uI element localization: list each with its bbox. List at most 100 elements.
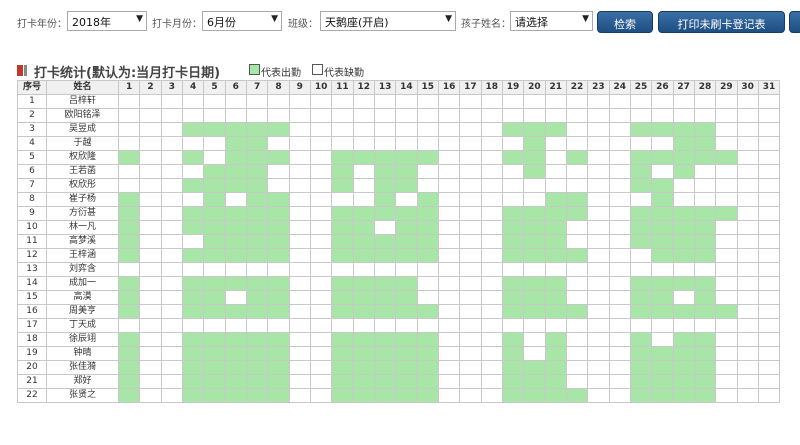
attendance-cell-absent — [565, 122, 589, 137]
attendance-cell-absent — [437, 332, 461, 347]
attendance-cell-absent — [480, 304, 503, 319]
attendance-cell-absent — [203, 94, 226, 109]
attendance-cell-present — [245, 220, 269, 235]
print-unswiped-button[interactable]: 打印未刷卡登记表 — [658, 11, 785, 33]
attendance-cell-present — [224, 304, 247, 319]
attendance-cell-present — [224, 388, 247, 403]
column-header-day: 17 — [459, 80, 482, 95]
child-select[interactable]: 请选择 ▼ — [510, 11, 593, 31]
attendance-cell-present — [693, 304, 717, 319]
attendance-cell-present — [224, 136, 247, 151]
attendance-cell-absent — [395, 262, 418, 277]
attendance-cell-absent — [736, 374, 759, 389]
attendance-cell-present — [245, 192, 269, 207]
attendance-cell-absent — [651, 136, 674, 151]
row-index: 1 — [17, 94, 47, 109]
attendance-cell-absent — [672, 192, 695, 207]
attendance-cell-present — [395, 234, 418, 249]
attendance-cell-present — [395, 290, 418, 305]
attendance-cell-absent — [288, 276, 311, 291]
attendance-cell-present — [373, 290, 397, 305]
attendance-cell-present — [523, 206, 546, 221]
attendance-cell-present — [544, 234, 567, 249]
attendance-cell-present — [523, 304, 546, 319]
attendance-cell-absent — [565, 220, 589, 235]
attendance-cell-present — [203, 332, 226, 347]
attendance-cell-present — [331, 332, 354, 347]
attendance-cell-present — [267, 332, 290, 347]
attendance-cell-absent — [757, 248, 781, 263]
attendance-cell-absent — [181, 164, 205, 179]
attendance-cell-absent — [160, 164, 183, 179]
attendance-cell-absent — [139, 318, 162, 333]
table-row: 4 于越 — [17, 136, 781, 151]
attendance-cell-present — [331, 374, 354, 389]
attendance-cell-absent — [715, 388, 738, 403]
attendance-cell-present — [395, 360, 418, 375]
attendance-cell-absent — [288, 94, 311, 109]
attendance-cell-absent — [309, 374, 333, 389]
attendance-cell-absent — [523, 346, 546, 361]
next-button-partial[interactable] — [789, 11, 800, 33]
attendance-cell-absent — [480, 332, 503, 347]
attendance-cell-absent — [139, 150, 162, 165]
class-select[interactable]: 天鹅座(开启) ▼ — [320, 11, 456, 31]
table-row: 17 丁天成 — [17, 318, 781, 333]
attendance-cell-present — [331, 304, 354, 319]
chevron-down-icon: ▼ — [445, 14, 452, 24]
attendance-cell-present — [544, 304, 567, 319]
attendance-cell-absent — [608, 290, 631, 305]
column-header-day: 18 — [480, 80, 503, 95]
attendance-cell-present — [267, 234, 290, 249]
column-header-day: 13 — [373, 80, 397, 95]
attendance-cell-present — [181, 290, 205, 305]
attendance-cell-absent — [139, 108, 162, 123]
legend-present-label: 代表出勤 — [261, 68, 301, 79]
attendance-cell-absent — [416, 94, 439, 109]
child-select-value: 请选择 — [515, 16, 548, 29]
attendance-cell-absent — [352, 94, 375, 109]
student-name: 钟晴 — [46, 346, 119, 361]
attendance-cell-absent — [693, 164, 717, 179]
attendance-cell-absent — [629, 108, 653, 123]
attendance-cell-absent — [544, 318, 567, 333]
attendance-cell-absent — [736, 178, 759, 193]
attendance-cell-absent — [459, 262, 482, 277]
table-row: 9 方衍甚 — [17, 206, 781, 221]
attendance-cell-absent — [139, 248, 162, 263]
student-name: 张贤之 — [46, 388, 119, 403]
attendance-cell-absent — [459, 234, 482, 249]
attendance-cell-absent — [139, 192, 162, 207]
row-index: 4 — [17, 136, 47, 151]
attendance-cell-absent — [715, 332, 738, 347]
attendance-cell-present — [672, 164, 695, 179]
attendance-cell-present — [224, 206, 247, 221]
attendance-cell-present — [544, 248, 567, 263]
attendance-cell-present — [224, 374, 247, 389]
attendance-cell-absent — [693, 318, 717, 333]
attendance-cell-present — [501, 206, 525, 221]
attendance-cell-absent — [715, 220, 738, 235]
attendance-cell-absent — [736, 192, 759, 207]
attendance-cell-present — [203, 304, 226, 319]
attendance-cell-present — [395, 206, 418, 221]
attendance-cell-present — [245, 346, 269, 361]
attendance-cell-absent — [288, 234, 311, 249]
attendance-cell-absent — [181, 108, 205, 123]
attendance-cell-absent — [160, 304, 183, 319]
attendance-cell-present — [672, 234, 695, 249]
attendance-cell-present — [672, 388, 695, 403]
attendance-cell-absent — [608, 234, 631, 249]
student-name: 张佳漪 — [46, 360, 119, 375]
search-button[interactable]: 检索 — [597, 11, 653, 33]
attendance-cell-present — [331, 220, 354, 235]
attendance-cell-present — [523, 360, 546, 375]
column-header-day: 7 — [245, 80, 269, 95]
attendance-cell-present — [117, 290, 141, 305]
section-title: 打卡统计(默认为:当月打卡日期) — [34, 66, 221, 81]
column-header-day: 15 — [416, 80, 439, 95]
attendance-cell-present — [629, 332, 653, 347]
attendance-cell-absent — [715, 374, 738, 389]
month-select[interactable]: 6月份 ▼ — [202, 11, 282, 31]
year-select[interactable]: 2018年 ▼ — [67, 11, 147, 31]
